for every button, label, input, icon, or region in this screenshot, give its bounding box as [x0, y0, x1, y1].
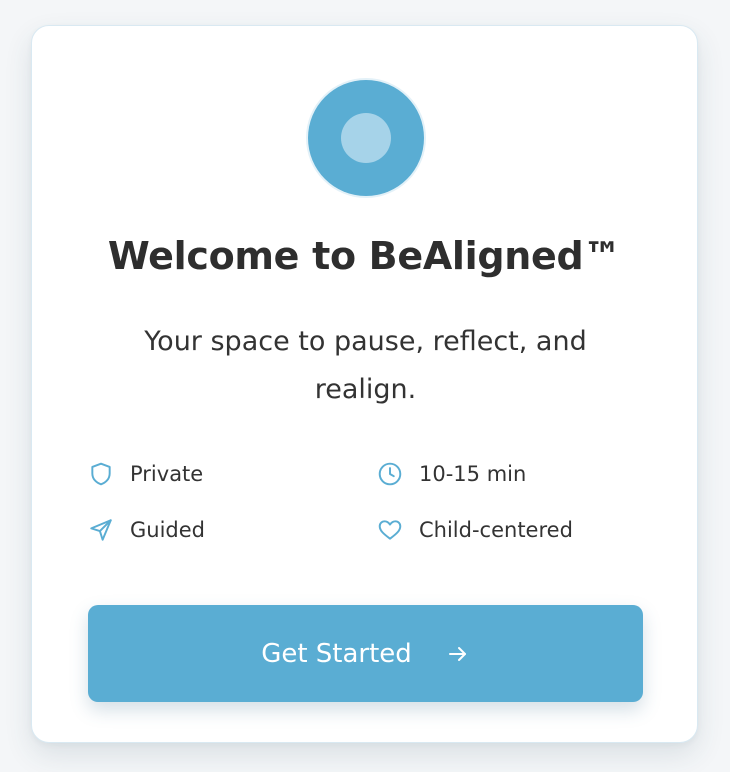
- send-icon: [90, 519, 112, 541]
- welcome-subtitle: Your space to pause, reflect, and realig…: [144, 326, 587, 405]
- logo-inner-dot: [341, 113, 391, 163]
- get-started-button[interactable]: Get Started: [88, 605, 643, 702]
- arrow-right-icon: [448, 646, 466, 661]
- feature-private: Private: [88, 459, 203, 489]
- feature-label: Guided: [130, 518, 205, 542]
- brand-logo-icon: [308, 80, 424, 196]
- get-started-label: Get Started: [261, 638, 412, 669]
- feature-guided: Guided: [88, 515, 205, 545]
- feature-label: Child-centered: [419, 518, 573, 542]
- heart-icon: [378, 520, 402, 540]
- feature-label: Private: [130, 462, 204, 486]
- welcome-card: Welcome to BeAligned™ Your space to paus…: [31, 25, 698, 743]
- feature-duration: 10-15 min: [377, 459, 526, 489]
- clock-icon: [378, 462, 402, 486]
- shield-icon: [91, 462, 111, 486]
- feature-child-centered: Child-centered: [377, 515, 573, 545]
- welcome-title: Welcome to BeAligned™: [107, 234, 622, 278]
- feature-label: 10-15 min: [419, 462, 527, 486]
